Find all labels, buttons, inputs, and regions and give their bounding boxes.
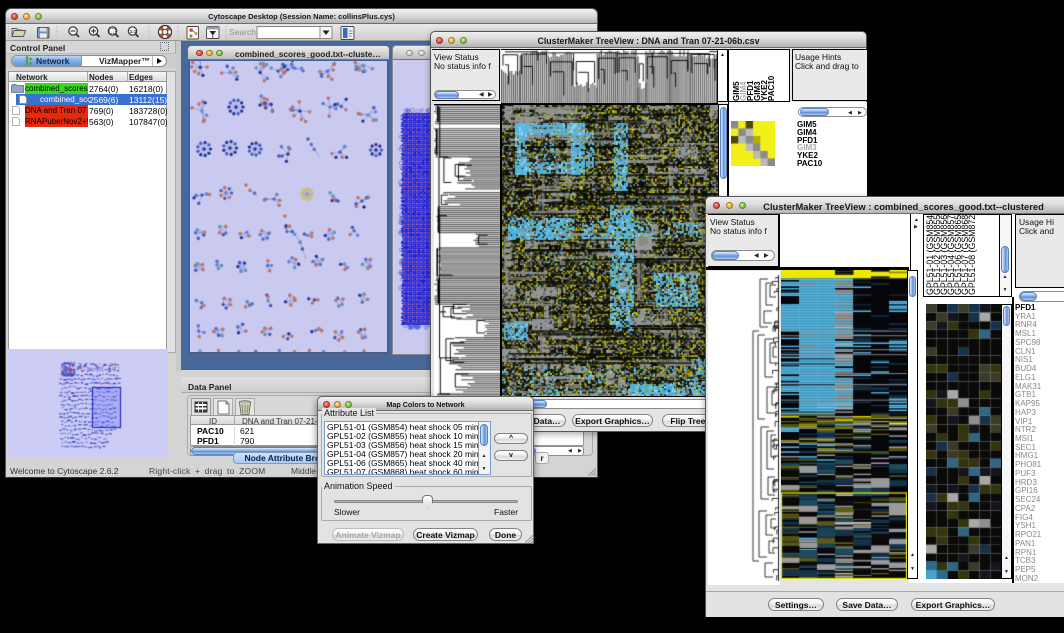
svg-text:1:1: 1:1 bbox=[130, 29, 137, 34]
svg-text:Search:: Search: bbox=[229, 27, 258, 37]
